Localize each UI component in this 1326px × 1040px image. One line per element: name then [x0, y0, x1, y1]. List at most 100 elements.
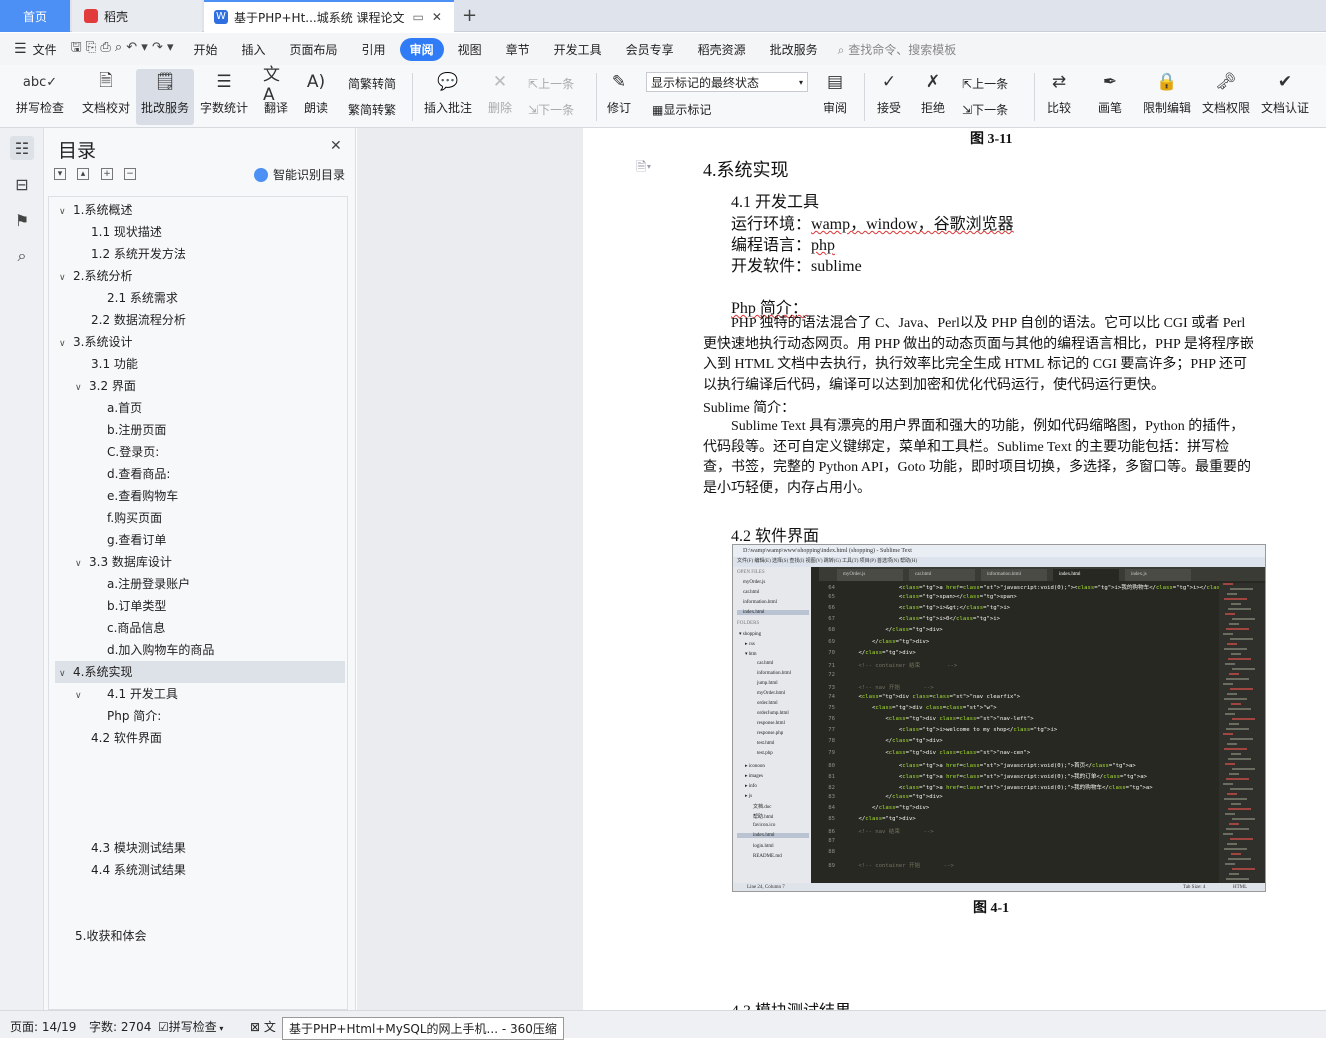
translate-button[interactable]: 文A 翻译: [256, 65, 296, 116]
menu-start[interactable]: 开始: [184, 38, 228, 61]
toc-item[interactable]: 4.2 软件界面: [91, 727, 162, 749]
toc-item[interactable]: c.商品信息: [107, 617, 165, 639]
word-count-button[interactable]: ☰ 字数统计: [198, 69, 250, 116]
simp-to-trad-button[interactable]: 繁 简转繁: [348, 101, 396, 118]
tab-daoke[interactable]: 稻壳: [72, 0, 202, 32]
toc-item[interactable]: 2.1 系统需求: [107, 287, 178, 309]
toc-item-selected[interactable]: ∨ 4.系统实现: [55, 661, 345, 683]
bookmark-icon[interactable]: ⚑: [10, 208, 34, 232]
doc-check-status[interactable]: ⊠ 文: [250, 1018, 276, 1035]
spell-check-status[interactable]: ☑拼写检查 ▾: [158, 1018, 223, 1035]
chapter-icon[interactable]: ⊟: [10, 172, 34, 196]
hamburger-icon[interactable]: ☰: [14, 41, 27, 57]
quick-access-icons[interactable]: 🖫 ⎘ ⎙ ⌕ ↶ ▾ ↷ ▾: [71, 38, 174, 60]
toc-item[interactable]: ∨ 2.系统分析: [59, 265, 132, 287]
toc-item[interactable]: 5.收获和体会: [75, 925, 146, 947]
toc-item[interactable]: d.查看商品:: [107, 463, 170, 485]
chevron-down-icon[interactable]: ∨: [75, 685, 107, 707]
menu-layout[interactable]: 页面布局: [280, 38, 348, 61]
command-search[interactable]: ⌕ 查找命令、搜索模板: [838, 41, 957, 58]
toc-item[interactable]: ∨ 1.系统概述: [59, 199, 132, 221]
read-aloud-button[interactable]: A) 朗读: [300, 69, 332, 116]
toc-item[interactable]: f.购买页面: [107, 507, 162, 529]
line-number: 69: [828, 638, 835, 645]
menu-reference[interactable]: 引用: [352, 38, 396, 61]
prev-change-button[interactable]: ⇱ 上一条: [962, 75, 1008, 92]
figure-caption-prev: 图 3-11: [970, 132, 1013, 147]
toc-item[interactable]: e.查看购物车: [107, 485, 178, 507]
smart-toc-button[interactable]: 智能识别目录: [254, 166, 345, 183]
menu-view[interactable]: 视图: [448, 38, 492, 61]
toc-item[interactable]: 4.4 系统测试结果: [91, 859, 186, 881]
accept-button[interactable]: ✓ 接受: [870, 69, 908, 116]
word-count-indicator[interactable]: 字数: 2704: [89, 1018, 151, 1035]
toc-item[interactable]: a.首页: [107, 397, 142, 419]
expand-icon[interactable]: ▴: [77, 168, 89, 180]
toc-item[interactable]: 1.2 系统开发方法: [91, 243, 186, 265]
chevron-down-icon[interactable]: ∨: [59, 201, 73, 223]
menu-member[interactable]: 会员专享: [616, 38, 684, 61]
toc-item[interactable]: g.查看订单: [107, 529, 166, 551]
close-icon[interactable]: ✕: [330, 138, 342, 154]
restrict-edit-button[interactable]: 🔒 限制编辑: [1140, 69, 1194, 116]
toc-item[interactable]: a.注册登录账户: [107, 573, 190, 595]
remove-level-icon[interactable]: −: [124, 168, 136, 180]
search-icon[interactable]: ⌕: [10, 244, 34, 268]
proofread-button[interactable]: 🗎 文档校对: [78, 69, 134, 116]
insert-comment-button[interactable]: 💬 插入批注: [420, 69, 476, 116]
chevron-down-icon[interactable]: ∨: [75, 377, 89, 399]
doc-cert-button[interactable]: ✔ 文档认证: [1258, 69, 1312, 116]
close-tab-icon[interactable]: ✕: [432, 10, 442, 24]
screen-icon[interactable]: ▭: [413, 10, 424, 24]
new-tab-icon[interactable]: +: [462, 5, 477, 26]
review-service-button[interactable]: 🗒 批改服务: [136, 69, 194, 125]
chevron-down-icon[interactable]: ∨: [59, 267, 73, 289]
review-pane-button[interactable]: ▤ 审阅: [816, 69, 854, 116]
toc-item[interactable]: 1.1 现状描述: [91, 221, 162, 243]
menu-insert[interactable]: 插入: [232, 38, 276, 61]
menu-chapter[interactable]: 章节: [496, 38, 540, 61]
toc-icon[interactable]: ☷: [10, 136, 34, 160]
menu-daoke-resources[interactable]: 稻壳资源: [688, 38, 756, 61]
prev-comment-button[interactable]: ⇱ 上一条: [528, 75, 574, 92]
delete-comment-button[interactable]: ✕ 删除: [480, 69, 520, 116]
markup-state-select[interactable]: 显示标记的最终状态 ▾: [646, 72, 808, 92]
toc-item[interactable]: ∨ 3.3 数据库设计: [75, 551, 172, 573]
tab-home[interactable]: 首页: [0, 0, 70, 32]
toc-item[interactable]: ∨ 3.系统设计: [59, 331, 132, 353]
menu-dev-tools[interactable]: 开发工具: [544, 38, 612, 61]
toc-item[interactable]: Php 简介:: [107, 705, 161, 727]
spell-check-button[interactable]: abc✓ 拼写检查: [10, 69, 70, 116]
toc-item[interactable]: b.订单类型: [107, 595, 166, 617]
toc-item[interactable]: 4.3 模块测试结果: [91, 837, 186, 859]
doc-permission-button[interactable]: 🗝 文档权限: [1200, 69, 1252, 116]
show-markup-button[interactable]: ▦ 显示标记: [652, 101, 711, 118]
toc-item[interactable]: 3.1 功能: [91, 353, 138, 375]
toc-item[interactable]: ∨ 4.1 开发工具: [75, 683, 178, 705]
pen-button[interactable]: ✒ 画笔: [1092, 69, 1128, 116]
add-level-icon[interactable]: +: [101, 168, 113, 180]
menu-review[interactable]: 审阅: [399, 37, 444, 61]
toc-item[interactable]: d.加入购物车的商品: [107, 639, 214, 661]
tab-document[interactable]: W 基于PHP+Ht...城系统 课程论文 ▭ ✕: [204, 0, 454, 32]
page-indicator[interactable]: 页面: 14/19: [10, 1018, 76, 1035]
chevron-down-icon[interactable]: ∨: [59, 333, 73, 355]
paragraph-marker-icon[interactable]: 🗎▾: [636, 158, 651, 180]
chevron-down-icon[interactable]: ∨: [75, 553, 89, 575]
menu-review-service[interactable]: 批改服务: [760, 38, 828, 61]
toc-item[interactable]: b.注册页面: [107, 419, 166, 441]
reject-button[interactable]: ✗ 拒绝: [914, 69, 952, 116]
next-change-button[interactable]: ⇲ 下一条: [962, 101, 1008, 118]
collapse-icon[interactable]: ▾: [54, 168, 66, 180]
chevron-down-icon[interactable]: ∨: [59, 663, 73, 685]
track-changes-button[interactable]: ✎ 修订: [600, 69, 638, 116]
code-text: <class="tg">a href=class="st">"javascrip…: [845, 762, 1136, 769]
toc-item[interactable]: 2.2 数据流程分析: [91, 309, 186, 331]
compare-button[interactable]: ⇄ 比较: [1040, 69, 1078, 116]
next-comment-button[interactable]: ⇲ 下一条: [528, 101, 574, 118]
trad-to-simp-button[interactable]: 简 繁转简: [348, 75, 396, 92]
toc-item[interactable]: ∨ 3.2 界面: [75, 375, 136, 397]
menu-file[interactable]: 文件: [27, 38, 67, 61]
document-page[interactable]: 图 3-11 🗎▾ 4.系统实现 4.1 开发工具 运行环境：wamp，wind…: [584, 128, 1326, 1010]
toc-item[interactable]: C.登录页:: [107, 441, 159, 463]
